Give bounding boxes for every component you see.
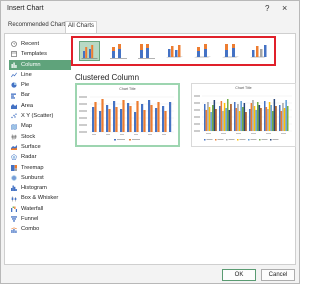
sidebar-item-area[interactable]: Area <box>9 101 71 111</box>
sidebar-item-label: Stock <box>21 133 36 140</box>
clustered-column-icon <box>81 45 98 59</box>
sidebar-item-label: Waterfall <box>21 205 44 212</box>
close-button[interactable]: × <box>282 3 287 13</box>
tab-strip: Recommended Charts All Charts <box>1 20 299 34</box>
sidebar-item-scatter[interactable]: X Y (Scatter) <box>9 111 71 121</box>
sidebar-item-bar[interactable]: Bar <box>9 90 71 100</box>
sidebar-item-label: Pie <box>21 82 30 89</box>
chart-subtype-title: Clustered Column <box>75 73 140 82</box>
radar-chart-icon <box>11 154 17 161</box>
sidebar-item-recent[interactable]: Recent <box>9 39 71 49</box>
sidebar-item-label: Funnel <box>21 216 39 223</box>
sidebar-item-funnel[interactable]: Funnel <box>9 214 71 224</box>
sidebar-item-histogram[interactable]: Histogram <box>9 183 71 193</box>
sidebar-item-label: Histogram <box>21 185 47 192</box>
sidebar-item-templates[interactable]: Templates <box>9 49 71 59</box>
histogram-chart-icon <box>11 185 17 192</box>
chart-subtype-gallery <box>71 36 276 66</box>
3d-clustered-column-thumbnail[interactable] <box>164 41 185 61</box>
sidebar-item-label: Map <box>21 123 33 130</box>
sidebar-item-surface[interactable]: Surface <box>9 142 71 152</box>
area-chart-icon <box>11 103 17 109</box>
sidebar-item-label: Sunburst <box>21 174 44 181</box>
sidebar-item-label: Column <box>21 61 41 68</box>
3d-column-thumbnail[interactable] <box>248 41 269 61</box>
3d-stacked-column-thumbnail[interactable] <box>192 41 213 61</box>
sidebar-item-label: Combo <box>21 226 40 233</box>
preview-chart-title: Chart Title <box>119 87 136 91</box>
dialog-title: Insert Chart <box>7 5 44 12</box>
3d-stacked-column-icon <box>194 44 211 58</box>
clustered-column-thumbnail[interactable] <box>79 41 100 61</box>
map-chart-icon <box>11 123 17 130</box>
stock-chart-icon <box>11 134 17 140</box>
sidebar-item-stock[interactable]: Stock <box>9 132 71 142</box>
funnel-chart-icon <box>11 216 17 222</box>
sidebar-item-radar[interactable]: Radar <box>9 152 71 162</box>
help-button[interactable]: ? <box>265 4 269 13</box>
title-bar: Insert Chart ? × <box>1 1 299 19</box>
100-percent-stacked-column-icon <box>138 44 155 59</box>
3d-clustered-column-icon <box>166 45 183 58</box>
100-percent-stacked-column-thumbnail[interactable] <box>136 41 157 61</box>
sidebar-item-label: Recent <box>21 41 40 47</box>
clustered-column-preview-graphic <box>79 96 174 141</box>
preview-chart-title: Chart Title <box>235 86 252 90</box>
sidebar-item-column[interactable]: Column <box>9 59 71 70</box>
scatter-chart-icon <box>11 113 17 119</box>
insert-chart-dialog: Insert Chart ? × Recommended Charts All … <box>0 0 300 284</box>
3d-100-percent-stacked-column-icon <box>222 44 239 58</box>
tab-recommended-charts[interactable]: Recommended Charts <box>6 21 70 29</box>
sidebar-item-combo[interactable]: Combo <box>9 224 71 234</box>
sidebar-item-waterfall[interactable]: Waterfall <box>9 204 71 214</box>
sidebar-item-sunburst[interactable]: Sunburst <box>9 173 71 183</box>
3d-column-icon <box>250 45 267 58</box>
waterfall-chart-icon <box>11 206 17 212</box>
stacked-column-icon <box>110 44 127 59</box>
sidebar-item-map[interactable]: Map <box>9 121 71 131</box>
box-whisker-chart-icon <box>11 196 17 202</box>
ok-button[interactable]: OK <box>222 269 256 281</box>
sidebar-item-label: Box & Whisker <box>21 195 59 202</box>
combo-chart-icon <box>11 227 17 233</box>
recent-icon <box>11 41 17 47</box>
surface-chart-icon <box>11 145 17 151</box>
sidebar-item-label: Area <box>21 102 34 109</box>
sidebar-item-label: Surface <box>21 143 41 150</box>
chart-preview-2[interactable]: Chart Title <box>191 83 296 147</box>
sidebar-item-label: X Y (Scatter) <box>21 113 54 120</box>
sidebar-item-label: Line <box>21 71 32 78</box>
bar-chart-icon <box>11 93 16 99</box>
templates-icon <box>11 51 17 58</box>
3d-100-percent-stacked-column-thumbnail[interactable] <box>220 41 241 61</box>
sidebar-item-label: Templates <box>21 51 47 58</box>
sidebar-item-box-whisker[interactable]: Box & Whisker <box>9 193 71 203</box>
stacked-column-thumbnail[interactable] <box>108 41 129 61</box>
chart-preview-1[interactable]: Chart Title <box>75 83 180 147</box>
sidebar-item-treemap[interactable]: Treemap <box>9 163 71 173</box>
sidebar-item-pie[interactable]: Pie <box>9 80 71 90</box>
sidebar-item-label: Radar <box>21 154 37 161</box>
treemap-chart-icon <box>11 164 17 171</box>
sidebar-item-label: Treemap <box>21 164 44 171</box>
chart-type-list: Recent Templates Column Line Pie Bar Are… <box>9 39 71 235</box>
all-charts-panel: Recent Templates Column Line Pie Bar Are… <box>4 33 296 265</box>
column-chart-icon <box>11 62 17 68</box>
cancel-button[interactable]: Cancel <box>261 269 295 281</box>
line-chart-icon <box>11 72 17 78</box>
sidebar-item-label: Bar <box>21 92 30 99</box>
sidebar-item-line[interactable]: Line <box>9 70 71 80</box>
sunburst-chart-icon <box>11 175 17 181</box>
pie-chart-icon <box>11 82 17 88</box>
clustered-column-series-preview-graphic <box>194 95 292 141</box>
